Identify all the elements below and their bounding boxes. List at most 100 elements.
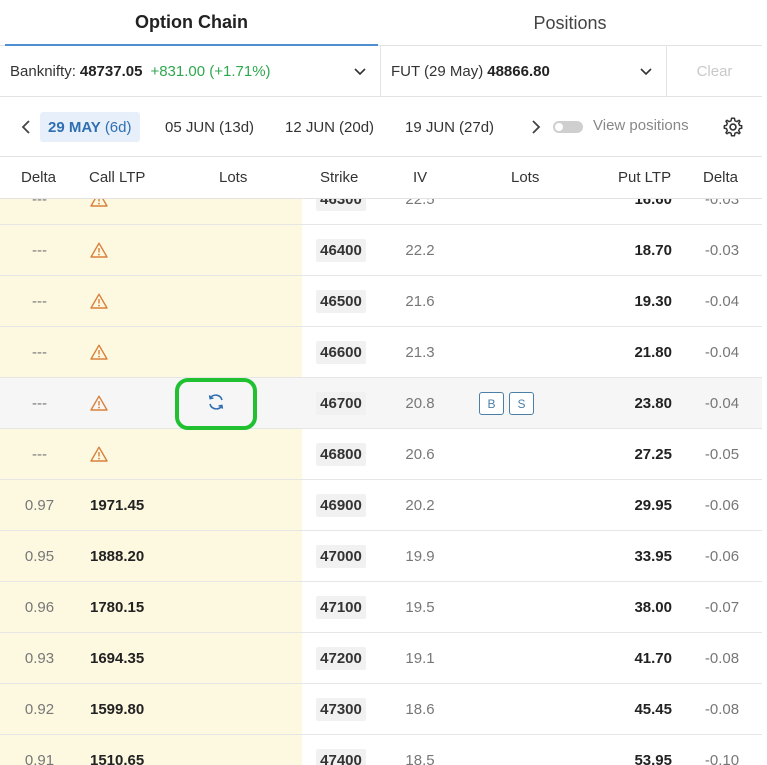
call-delta-cell: 0.91 [24,751,55,765]
iv-cell: 19.1 [405,649,435,667]
strike-cell: 46500 [311,276,371,326]
expiry-date: 05 JUN [165,118,216,136]
strike-cell: 46600 [311,327,371,377]
warning-icon [90,199,110,224]
put-ltp-cell[interactable]: 41.70 [560,633,672,683]
call-delta-cell: 0.95 [24,547,55,565]
call-ltp-cell[interactable]: 1971.45 [90,480,200,530]
strike-cell: 46400 [311,225,371,275]
table-row[interactable]: --- 46600 21.3 21.80 -0.04 [0,327,762,378]
view-positions-toggle[interactable] [553,121,583,133]
put-ltp-cell[interactable]: 38.00 [560,582,672,632]
table-row[interactable]: --- 46500 21.6 19.30 -0.04 [0,276,762,327]
column-header-row: Delta Call LTP Lots Strike IV Lots Put L… [0,157,762,199]
chevron-down-icon [640,68,652,76]
strike-value: 47100 [316,595,366,619]
table-row[interactable]: --- 46400 22.2 18.70 -0.03 [0,225,762,276]
put-ltp-cell[interactable]: 19.30 [560,276,672,326]
iv-cell: 22.5 [405,199,435,208]
refresh-icon [206,393,226,416]
call-ltp-cell[interactable]: 1599.80 [90,684,200,734]
underlying-price: 48737.05 [79,62,143,80]
table-row[interactable]: --- 46800 20.6 27.25 -0.05 [0,429,762,480]
put-ltp-cell[interactable]: 33.95 [560,531,672,581]
expiry-chip[interactable]: 05 JUN (13d) [157,112,262,142]
col-put-ltp: Put LTP [618,169,672,186]
call-ltp-cell[interactable]: 1780.15 [90,582,200,632]
put-ltp-cell[interactable]: 23.80 [560,378,672,428]
expiry-chip[interactable]: 12 JUN (20d) [277,112,382,142]
chevron-down-icon [354,68,366,76]
call-delta-cell: --- [32,199,47,208]
buy-button[interactable]: B [479,392,504,415]
table-row[interactable]: 0.91 1510.65 47400 18.5 53.95 -0.10 [0,735,762,765]
refresh-button[interactable] [175,378,257,430]
iv-cell: 20.8 [405,394,435,412]
put-delta-cell: -0.06 [704,547,740,565]
call-ltp-cell[interactable]: 1694.35 [90,633,200,683]
expiry-days: (6d) [104,118,132,136]
iv-cell: 21.6 [405,292,435,310]
gear-icon[interactable] [722,116,744,138]
expiry-date: 19 JUN [405,118,456,136]
put-delta-cell: -0.08 [704,649,740,667]
warning-icon [90,327,110,377]
col-iv: IV [413,169,428,186]
strike-cell: 47200 [311,633,371,683]
iv-cell: 18.6 [405,700,435,718]
table-row[interactable]: 0.96 1780.15 47100 19.5 38.00 -0.07 [0,582,762,633]
futures-dropdown[interactable]: FUT (29 May) 48866.80 [381,46,667,96]
iv-cell: 18.5 [405,751,435,765]
strike-value: 47300 [316,697,366,721]
chevron-left-icon[interactable] [18,118,34,136]
col-strike: Strike [320,169,359,186]
table-row[interactable]: 0.95 1888.20 47000 19.9 33.95 -0.06 [0,531,762,582]
option-chain-table: --- 46300 22.5 16.60 -0.03 --- 46400 22.2 18.70-… [0,199,762,765]
table-row[interactable]: --- B S 46700 20.8 23.80 -0.04 [0,378,762,430]
call-ltp-cell[interactable]: 1510.65 [90,735,200,765]
tab-bar: Option Chain Positions [0,0,762,46]
iv-cell: 22.2 [405,241,435,259]
table-row[interactable]: --- 46300 22.5 16.60 -0.03 [0,199,762,225]
put-ltp-cell[interactable]: 29.95 [560,480,672,530]
expiry-days: (27d) [459,118,495,136]
table-row[interactable]: 0.92 1599.80 47300 18.6 45.45 -0.08 [0,684,762,735]
put-delta-cell: -0.04 [704,292,740,310]
table-row[interactable]: 0.97 1971.45 46900 20.2 29.95 -0.06 [0,480,762,531]
expiry-chip[interactable]: 19 JUN (27d) [397,112,502,142]
view-positions-label: View positions [593,117,689,134]
futures-price: 48866.80 [487,62,550,80]
put-ltp-cell[interactable]: 21.80 [560,327,672,377]
expiry-chip[interactable]: 29 MAY (6d) [40,112,140,142]
put-ltp-cell[interactable]: 16.60 [560,199,672,224]
col-put-lots: Lots [511,169,540,186]
iv-cell: 21.3 [405,343,435,361]
strike-value: 47400 [316,748,366,765]
put-delta-cell: -0.06 [704,496,740,514]
col-put-delta: Delta [703,169,739,186]
expiry-date: 29 MAY [48,118,101,136]
warning-icon [90,276,110,326]
tab-positions[interactable]: Positions [378,0,762,46]
chevron-right-icon[interactable] [528,118,544,136]
put-ltp-cell[interactable]: 45.45 [560,684,672,734]
col-call-ltp: Call LTP [89,169,146,186]
call-ltp-cell[interactable]: 1888.20 [90,531,200,581]
underlying-dropdown[interactable]: Banknifty: 48737.05 +831.00 (+1.71%) [0,46,381,96]
warning-icon [90,429,110,479]
put-ltp-cell[interactable]: 53.95 [560,735,672,765]
strike-cell: 47400 [311,735,371,765]
underlying-name: Banknifty: [10,62,76,80]
underlying-change: +831.00 (+1.71%) [150,62,271,80]
iv-cell: 20.6 [405,445,435,463]
call-delta-cell: --- [32,343,47,361]
put-delta-cell: -0.04 [704,394,740,412]
table-row[interactable]: 0.93 1694.35 47200 19.1 41.70 -0.08 [0,633,762,684]
tab-option-chain[interactable]: Option Chain [5,0,378,46]
call-delta-cell: --- [32,292,47,310]
put-ltp-cell[interactable]: 27.25 [560,429,672,479]
sell-button[interactable]: S [509,392,534,415]
strike-value: 46900 [316,493,366,517]
put-ltp-cell[interactable]: 18.70 [560,225,672,275]
clear-button[interactable]: Clear [667,46,762,96]
